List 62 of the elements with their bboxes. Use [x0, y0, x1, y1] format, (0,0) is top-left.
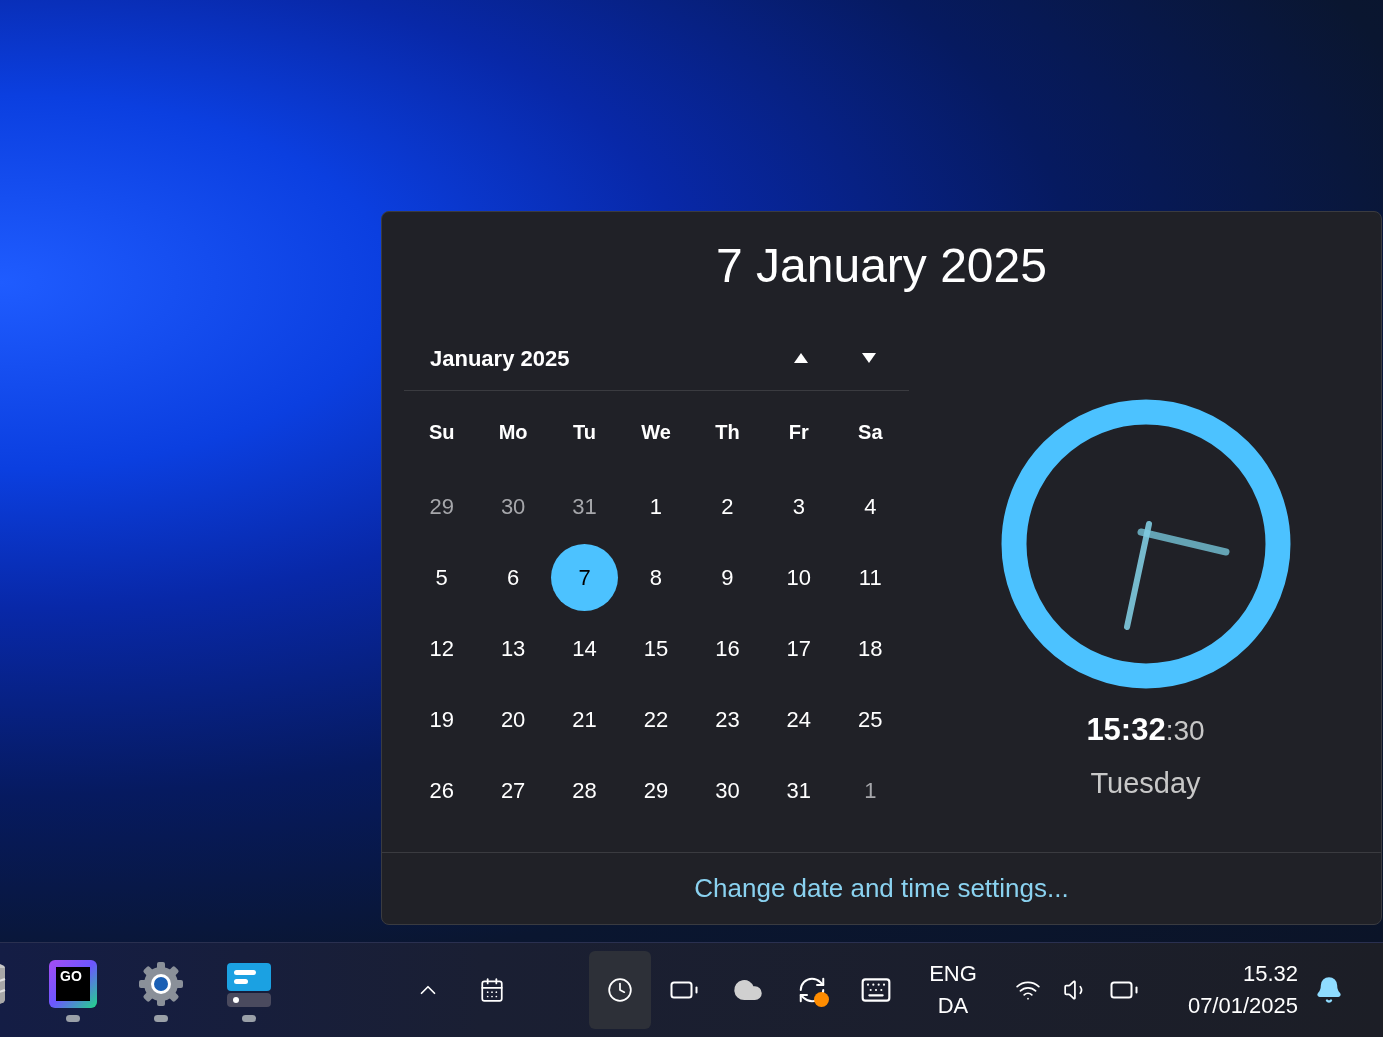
- month-label: January 2025: [429, 344, 571, 373]
- taskbar-time[interactable]: 15.32: [1242, 958, 1298, 990]
- seconds-text: :30: [1165, 714, 1205, 748]
- weekday-label: Fr: [787, 420, 810, 445]
- calendar-day[interactable]: 30: [693, 757, 761, 824]
- calendar-day[interactable]: 24: [765, 686, 833, 753]
- language-indicator[interactable]: ENG: [929, 958, 977, 990]
- calendar-day[interactable]: 9: [693, 544, 761, 611]
- calendar-day[interactable]: 15: [622, 615, 690, 682]
- notification-bell-icon[interactable]: [1315, 976, 1343, 1004]
- calendar-day[interactable]: 21: [551, 686, 619, 753]
- calendar-day[interactable]: 7: [551, 544, 619, 611]
- calendar-day[interactable]: 8: [622, 544, 690, 611]
- calendar-day[interactable]: 13: [479, 615, 547, 682]
- triangle-up-icon: [794, 353, 808, 363]
- calendar-day[interactable]: 29: [622, 757, 690, 824]
- calendar-day[interactable]: 31: [551, 473, 619, 540]
- weekday-text: Tuesday: [1090, 765, 1201, 801]
- calendar-day[interactable]: 26: [408, 757, 476, 824]
- calendar-day[interactable]: 20: [479, 686, 547, 753]
- weekday-label: Mo: [497, 420, 529, 445]
- calendar-day[interactable]: 10: [765, 544, 833, 611]
- app-icon[interactable]: [226, 962, 272, 1008]
- calendar-icon: [479, 977, 505, 1003]
- calendar-day[interactable]: 16: [693, 615, 761, 682]
- calendar-day[interactable]: 2: [693, 473, 761, 540]
- clock-icon: [607, 977, 633, 1003]
- calendar-day[interactable]: 30: [479, 473, 547, 540]
- calendar-day[interactable]: 11: [836, 544, 904, 611]
- date-title: 7 January 2025: [715, 238, 1048, 290]
- calendar-day[interactable]: 23: [693, 686, 761, 753]
- calendar-day[interactable]: 5: [408, 544, 476, 611]
- calendar-day[interactable]: 1: [622, 473, 690, 540]
- calendar-day[interactable]: 27: [479, 757, 547, 824]
- weekday-label: Th: [714, 420, 741, 445]
- calendar-day[interactable]: 31: [765, 757, 833, 824]
- triangle-down-icon: [862, 353, 876, 363]
- calendar-day[interactable]: 29: [408, 473, 476, 540]
- calendar-day[interactable]: 28: [551, 757, 619, 824]
- language-indicator[interactable]: DA: [937, 990, 969, 1022]
- gear-icon[interactable]: [137, 960, 185, 1008]
- calendar-day[interactable]: 19: [408, 686, 476, 753]
- tray-button[interactable]: [589, 951, 651, 1029]
- weekday-label: Sa: [857, 420, 884, 445]
- calendar-day[interactable]: 12: [408, 615, 476, 682]
- weekday-label: Su: [427, 420, 456, 445]
- digital-time: 15:32: [1086, 711, 1166, 749]
- goland-logo-icon[interactable]: GO: [49, 960, 97, 1008]
- taskbar-date[interactable]: 07/01/2025: [1187, 990, 1298, 1022]
- calendar-day[interactable]: 14: [551, 615, 619, 682]
- calendar-day[interactable]: 22: [622, 686, 690, 753]
- calendar-day[interactable]: 3: [765, 473, 833, 540]
- logo-text: GO: [60, 969, 82, 983]
- settings-link[interactable]: Change date and time settings...: [694, 869, 1069, 908]
- weekday-label: We: [640, 420, 672, 445]
- calendar-day[interactable]: 18: [836, 615, 904, 682]
- calendar-day[interactable]: 1: [836, 757, 904, 824]
- weekday-label: Tu: [572, 420, 598, 445]
- calendar-day[interactable]: 6: [479, 544, 547, 611]
- calendar-day[interactable]: 25: [836, 686, 904, 753]
- calendar-day[interactable]: 4: [836, 473, 904, 540]
- calendar-day[interactable]: 17: [765, 615, 833, 682]
